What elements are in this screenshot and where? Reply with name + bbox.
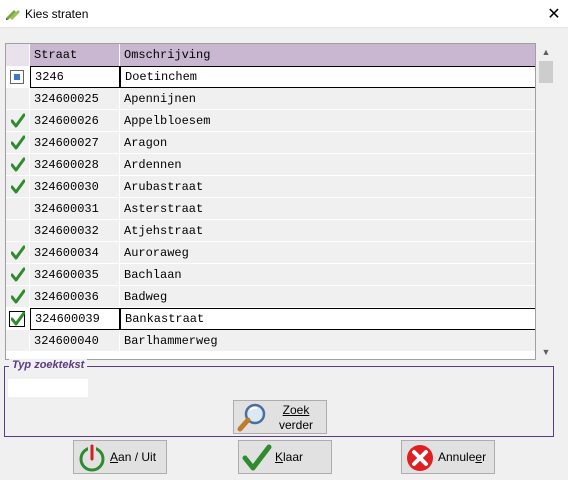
scroll-thumb[interactable] (539, 61, 553, 83)
checkmark-icon (10, 179, 26, 194)
cell-straat[interactable]: 324600032 (30, 220, 120, 242)
cell-omschrijving[interactable]: Arubastraat (120, 176, 535, 198)
scroll-down-button[interactable]: ▼ (537, 343, 555, 360)
checkmark-icon (10, 289, 26, 304)
cell-straat[interactable]: 324600027 (30, 132, 120, 154)
cell-straat[interactable]: 324600031 (30, 198, 120, 220)
table-row[interactable]: 324600027 Aragon (6, 132, 535, 154)
column-header-omschrijving[interactable]: Omschrijving (120, 44, 535, 66)
toggle-on-off-button[interactable]: Aan / Uit (73, 440, 167, 474)
cell-omschrijving[interactable]: Doetinchem (120, 66, 535, 88)
app-icon (6, 10, 20, 20)
column-header-straat[interactable]: Straat (30, 44, 120, 66)
cell-omschrijving[interactable]: Bankastraat (120, 308, 535, 330)
header-selector-cell[interactable] (6, 44, 30, 66)
cell-straat[interactable]: 324600026 (30, 110, 120, 132)
grid-header: Straat Omschrijving (6, 44, 535, 66)
cell-straat[interactable]: 324600039 (30, 308, 120, 330)
streets-grid[interactable]: Straat Omschrijving 3246 Doetinchem 324600… (5, 43, 536, 360)
table-row[interactable]: 324600034 Auroraweg (6, 242, 535, 264)
cancel-label: Annuleer (438, 450, 487, 464)
table-row[interactable]: 324600035 Bachlaan (6, 264, 535, 286)
cell-omschrijving[interactable]: Badweg (120, 286, 535, 308)
window-title: Kies straten (25, 7, 89, 21)
row-selector-cell[interactable] (6, 286, 30, 308)
row-selector-cell[interactable] (6, 198, 30, 220)
search-input[interactable] (8, 379, 88, 397)
search-group: Typ zoektekst Zoek verder (4, 359, 554, 437)
cell-omschrijving[interactable]: Aragon (120, 132, 535, 154)
magnifier-icon (237, 403, 266, 432)
cell-straat[interactable]: 324600034 (30, 242, 120, 264)
row-selector-cell[interactable] (6, 330, 30, 352)
checkmark-icon (10, 267, 26, 282)
table-row[interactable]: 324600025 Apennijnen (6, 88, 535, 110)
cell-straat[interactable]: 3246 (30, 66, 120, 88)
close-icon: ✕ (547, 6, 561, 23)
chevron-up-icon: ▲ (541, 46, 551, 57)
search-next-button[interactable]: Zoek verder (233, 400, 327, 434)
checkmark-icon (10, 157, 26, 172)
checkmark-icon (10, 113, 26, 128)
row-selector-cell[interactable] (6, 132, 30, 154)
row-selector-cell[interactable] (6, 220, 30, 242)
cell-straat[interactable]: 324600036 (30, 286, 120, 308)
cell-straat[interactable]: 324600040 (30, 330, 120, 352)
table-row[interactable]: 324600032 Atjehstraat (6, 220, 535, 242)
cell-straat[interactable]: 324600030 (30, 176, 120, 198)
chevron-down-icon: ▼ (541, 346, 551, 357)
cancel-icon (407, 445, 433, 471)
close-button[interactable]: ✕ (540, 0, 568, 28)
cell-omschrijving[interactable]: Barlhammerweg (120, 330, 535, 352)
cell-straat[interactable]: 324600025 (30, 88, 120, 110)
cell-omschrijving[interactable]: Apennijnen (120, 88, 535, 110)
row-selector-cell[interactable] (6, 66, 30, 88)
cell-omschrijving[interactable]: Appelbloesem (120, 110, 535, 132)
cell-straat[interactable]: 324600035 (30, 264, 120, 286)
row-selector-cell[interactable] (6, 110, 30, 132)
scroll-up-button[interactable]: ▲ (537, 43, 555, 60)
row-selector-cell[interactable] (6, 308, 30, 330)
cell-omschrijving[interactable]: Bachlaan (120, 264, 535, 286)
table-row[interactable]: 324600036 Badweg (6, 286, 535, 308)
table-row[interactable]: 3246 Doetinchem (6, 66, 535, 88)
search-next-label: Zoek verder (274, 403, 318, 433)
table-row[interactable]: 324600040 Barlhammerweg (6, 330, 535, 352)
row-selector-cell[interactable] (6, 264, 30, 286)
cell-omschrijving[interactable]: Auroraweg (120, 242, 535, 264)
row-selector-cell[interactable] (6, 176, 30, 198)
row-selector-cell[interactable] (6, 154, 30, 176)
cell-omschrijving[interactable]: Ardennen (120, 154, 535, 176)
row-selector-cell[interactable] (6, 88, 30, 110)
table-row[interactable]: 324600028 Ardennen (6, 154, 535, 176)
row-selector-cell[interactable] (6, 242, 30, 264)
done-label: Klaar (275, 450, 304, 464)
power-icon (79, 444, 105, 472)
search-next-label-line1: Zoek (282, 403, 310, 417)
cell-straat[interactable]: 324600028 (30, 154, 120, 176)
vertical-scrollbar[interactable]: ▲ ▼ (537, 43, 555, 360)
toggle-on-off-label: Aan / Uit (110, 450, 157, 464)
title-bar: Kies straten ✕ (0, 0, 568, 28)
cancel-button[interactable]: Annuleer (401, 440, 495, 474)
search-next-label-line2: verder (278, 418, 313, 432)
current-row-icon (10, 70, 24, 84)
search-legend: Typ zoektekst (9, 359, 88, 371)
checkmark-icon (10, 135, 26, 150)
checkmark-icon (242, 444, 272, 471)
table-row[interactable]: 324600030 Arubastraat (6, 176, 535, 198)
table-row[interactable]: 324600026 Appelbloesem (6, 110, 535, 132)
done-button[interactable]: Klaar (238, 440, 332, 474)
cell-omschrijving[interactable]: Atjehstraat (120, 220, 535, 242)
cell-omschrijving[interactable]: Asterstraat (120, 198, 535, 220)
checkmark-icon (10, 311, 26, 326)
table-row[interactable]: 324600039 Bankastraat (6, 308, 535, 330)
checkmark-icon (10, 245, 26, 260)
table-row[interactable]: 324600031 Asterstraat (6, 198, 535, 220)
